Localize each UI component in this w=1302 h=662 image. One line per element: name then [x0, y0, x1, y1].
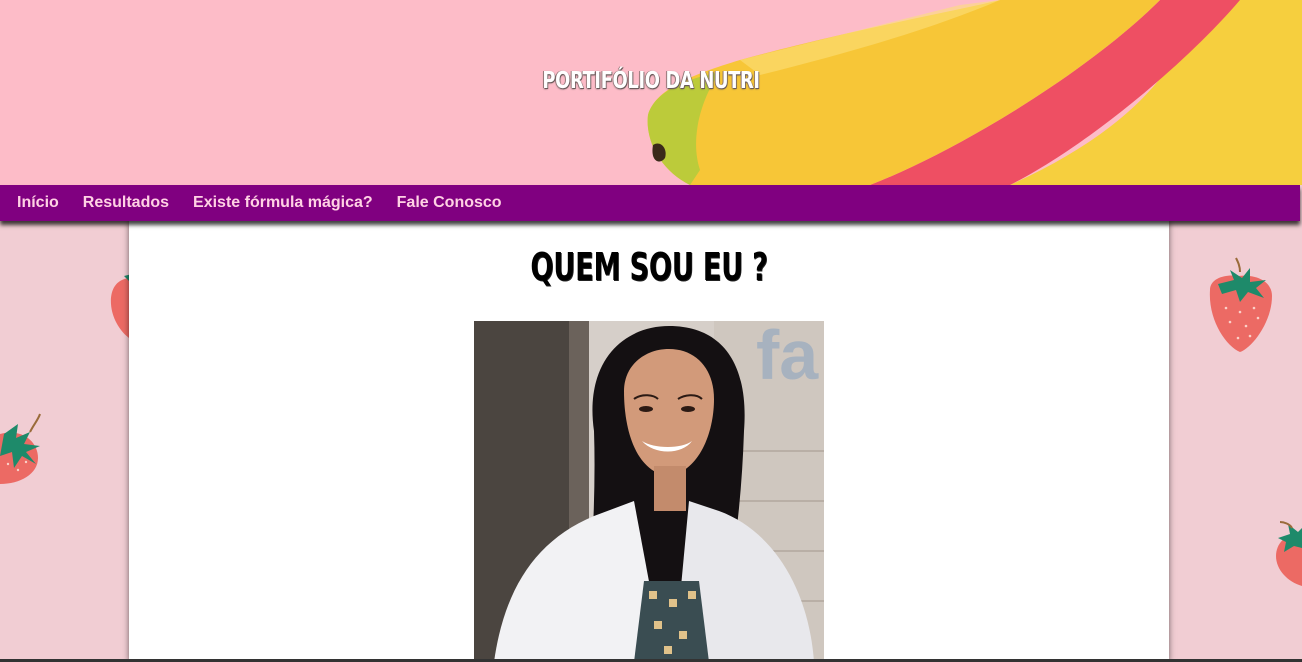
nutritionist-portrait-photo: fa [474, 321, 824, 662]
about-panel: QUEM SOU EU ? fa [129, 221, 1169, 662]
wall-sign-text: fa [756, 321, 819, 394]
nav-item-resultados[interactable]: Resultados [83, 194, 169, 212]
site-title: PORTIFÓLIO DA NUTRI [542, 68, 760, 94]
strawberry-icon [1209, 257, 1272, 352]
strawberry-icon [0, 413, 41, 484]
section-title: QUEM SOU EU ? [530, 245, 768, 289]
nav-item-inicio[interactable]: Início [17, 194, 59, 212]
header-banner: PORTIFÓLIO DA NUTRI [0, 0, 1302, 185]
nav-item-formula-magica[interactable]: Existe fórmula mágica? [193, 194, 373, 212]
strawberry-icon [1276, 521, 1302, 586]
nav-item-fale-conosco[interactable]: Fale Conosco [397, 194, 502, 212]
main-nav: Início Resultados Existe fórmula mágica?… [0, 185, 1300, 221]
